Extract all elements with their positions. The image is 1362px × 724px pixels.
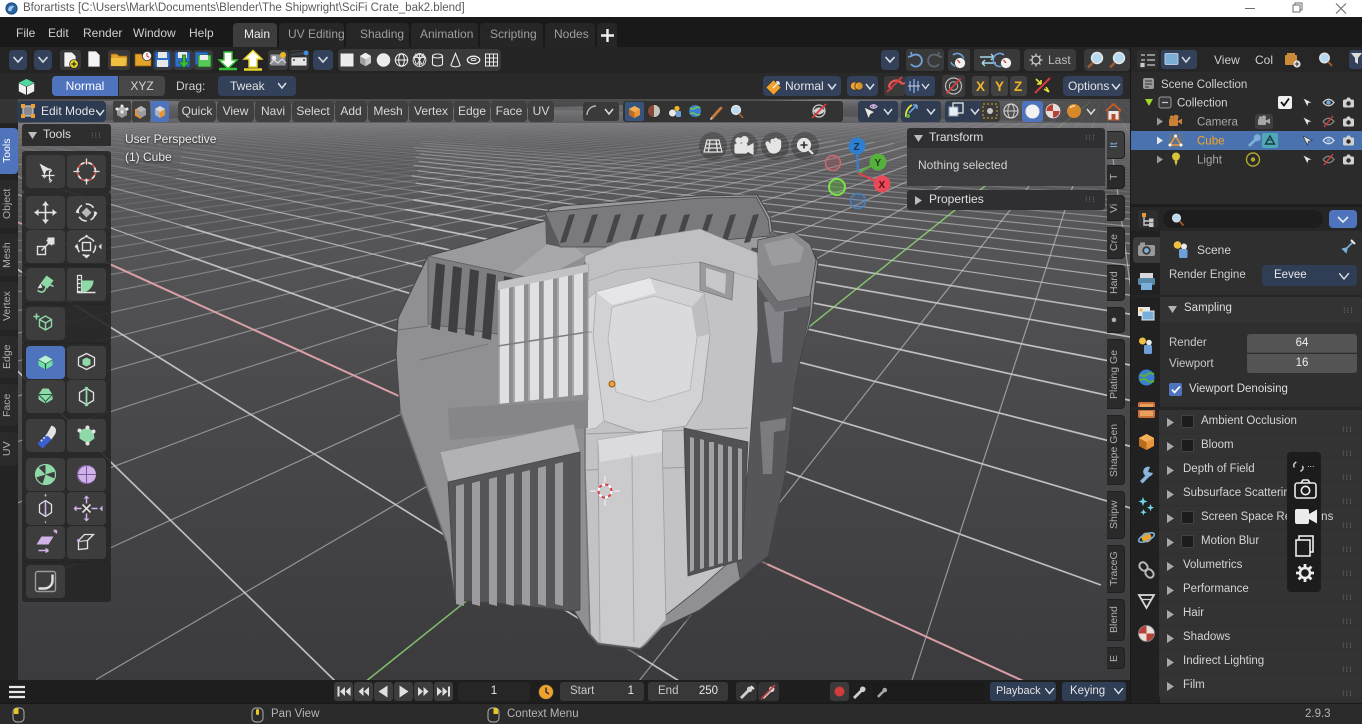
svg-text:Light: Light bbox=[1197, 155, 1223, 167]
svg-text:Camera: Camera bbox=[1197, 117, 1239, 129]
svg-text:View: View bbox=[1214, 53, 1240, 67]
svg-text:Y: Y bbox=[995, 79, 1004, 94]
svg-text:Z: Z bbox=[1014, 79, 1022, 94]
svg-text:Scene Collection: Scene Collection bbox=[1161, 79, 1247, 91]
svg-text:Z: Z bbox=[854, 142, 860, 153]
svg-text:X: X bbox=[976, 79, 985, 94]
svg-text:Normal: Normal bbox=[785, 79, 824, 93]
svg-text:X: X bbox=[879, 180, 886, 191]
svg-text:Scene: Scene bbox=[1197, 243, 1231, 257]
svg-text:Col: Col bbox=[1255, 53, 1273, 67]
svg-text:Collection: Collection bbox=[1177, 98, 1228, 110]
svg-text:...: ... bbox=[1307, 459, 1315, 469]
svg-text:Options: Options bbox=[1068, 79, 1109, 93]
svg-text:Cube: Cube bbox=[1197, 136, 1225, 148]
svg-text:Y: Y bbox=[875, 158, 882, 169]
svg-text:Last: Last bbox=[1048, 53, 1071, 67]
